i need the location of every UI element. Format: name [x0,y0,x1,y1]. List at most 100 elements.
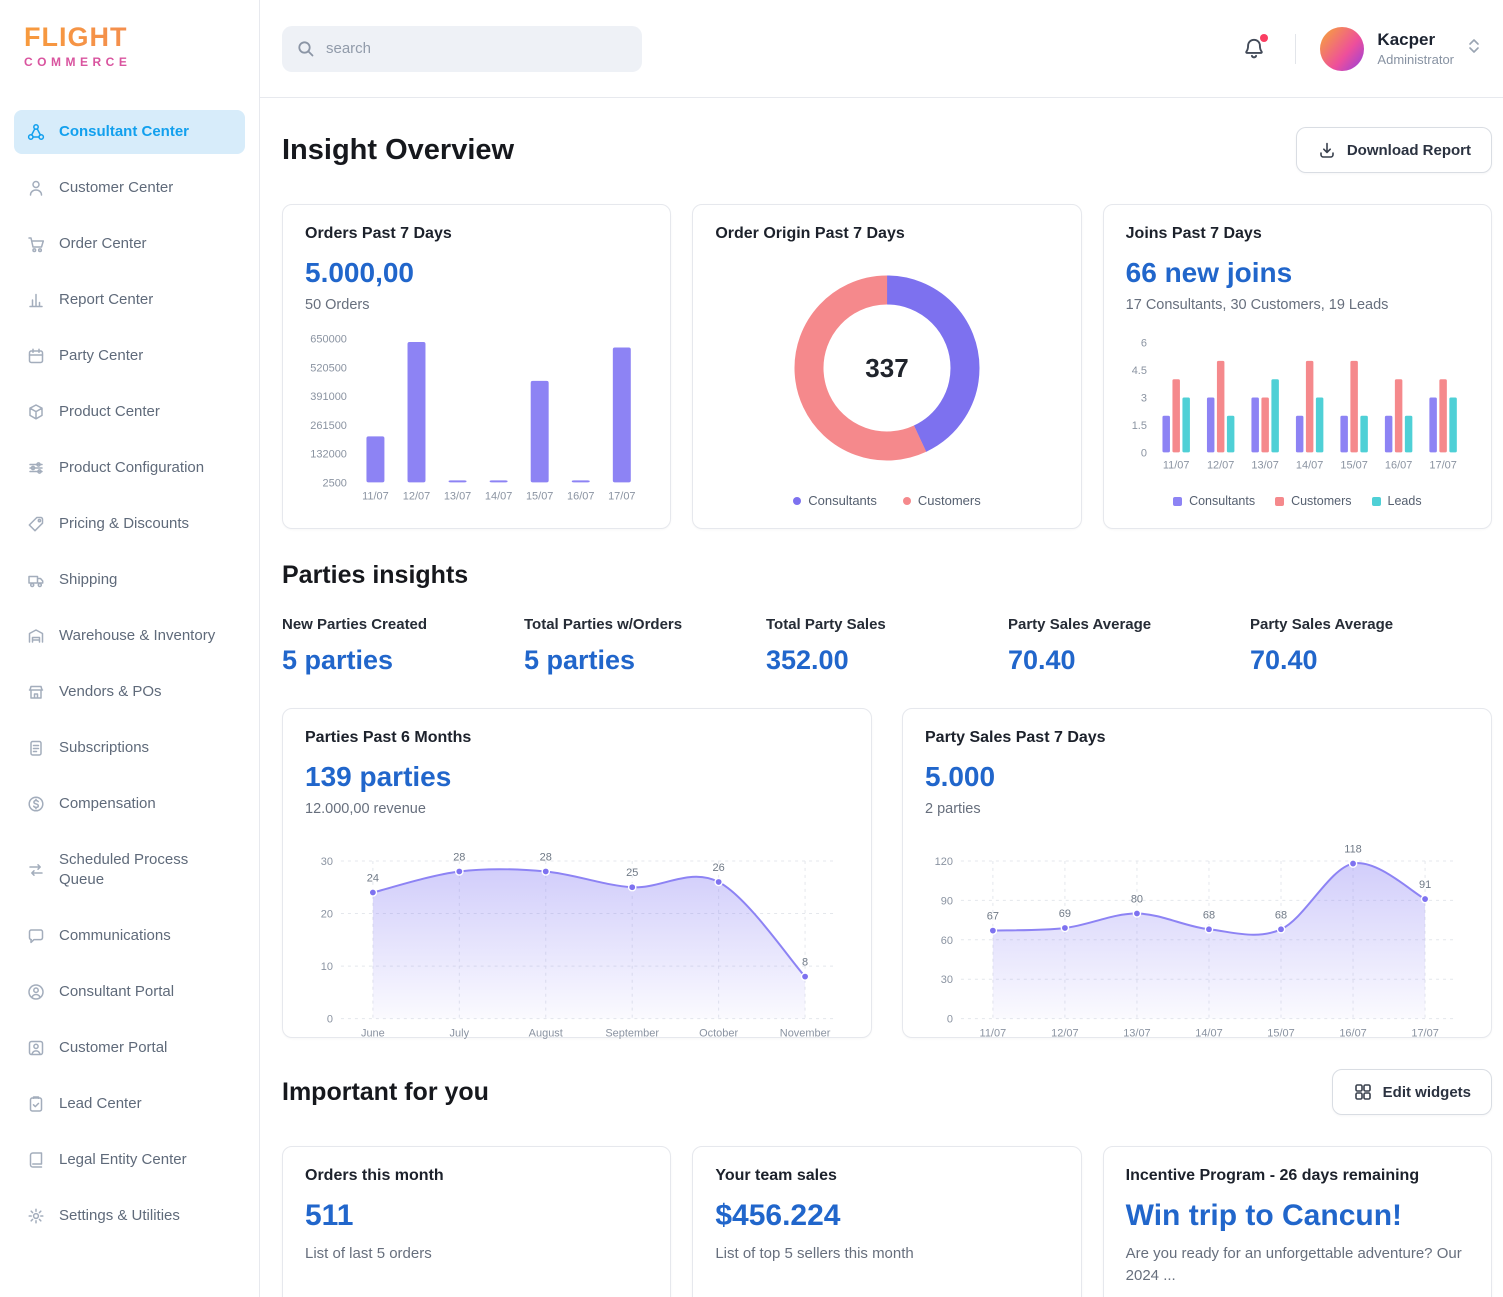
logo: FLIGHT COMMERCE [0,0,259,98]
important-head: Important for you Edit widgets [282,1068,1492,1116]
user-role: Administrator [1377,52,1454,67]
svg-text:30: 30 [321,856,333,868]
clipboard-check-icon [26,1094,46,1114]
team-sales-card: Your team sales $456.224 List of top 5 s… [692,1146,1082,1297]
sidebar-item-shipping[interactable]: Shipping [14,558,245,602]
sidebar-item-pricing-discounts[interactable]: Pricing & Discounts [14,502,245,546]
sidebar-item-label: Legal Entity Center [59,1151,187,1168]
stat-party-sales-average-1: Party Sales Average 70.40 [1008,616,1250,676]
svg-text:25: 25 [626,867,638,879]
sidebar-item-communications[interactable]: Communications [14,914,245,958]
card-title: Order Origin Past 7 Days [715,225,905,242]
sidebar-item-legal-entity-center[interactable]: Legal Entity Center [14,1138,245,1182]
legend-dot-salmon [902,496,911,505]
svg-text:12/07: 12/07 [1207,459,1234,471]
svg-text:16/07: 16/07 [1339,1028,1366,1040]
svg-text:July: July [450,1028,470,1040]
sidebar-item-lead-center[interactable]: Lead Center [14,1082,245,1126]
stat-value: 5 parties [524,645,636,675]
card-value: 139 parties [305,761,452,792]
sidebar-item-vendors-pos[interactable]: Vendors & POs [14,670,245,714]
card-title: Joins Past 7 Days [1125,225,1262,242]
svg-text:80: 80 [1131,894,1143,906]
sidebar-item-label: Customer Center [59,179,174,196]
legend-square-teal [1371,496,1381,506]
stat-value: 5 parties [282,645,394,675]
user-name: Kacper [1377,30,1436,49]
notifications-button[interactable] [1237,32,1271,66]
svg-text:17/07: 17/07 [1411,1028,1438,1040]
svg-text:13/07: 13/07 [1251,459,1278,471]
svg-text:68: 68 [1203,909,1215,921]
search-input[interactable] [326,40,628,57]
page-head: Insight Overview Download Report [282,126,1492,174]
svg-text:November: November [780,1028,831,1040]
document-icon [26,738,46,758]
stat-label: Total Parties w/Orders [524,616,683,633]
sidebar-item-label: Consultant Center [59,123,190,140]
card-value: 5.000,00 [305,257,414,288]
sidebar-item-compensation[interactable]: Compensation [14,782,245,826]
sidebar-item-product-center[interactable]: Product Center [14,390,245,434]
download-report-button[interactable]: Download Report [1295,127,1492,173]
stat-value: 70.40 [1008,645,1076,675]
order-origin-donut-chart: 337 [715,243,1058,493]
legend-label: Customers [1291,494,1352,508]
sidebar-item-scheduled-process-queue[interactable]: Scheduled Process Queue [14,838,245,902]
sidebar-item-settings-utilities[interactable]: Settings & Utilities [14,1194,245,1238]
stat-label: Party Sales Average [1008,616,1152,633]
download-report-label: Download Report [1346,141,1471,159]
svg-text:28: 28 [540,851,552,863]
widgets-grid-icon [1354,1084,1371,1100]
sidebar-item-label: Product Center [59,403,160,420]
legend-item-consultants: Consultants [793,493,877,508]
stat-value: 70.40 [1250,645,1318,675]
parties-stats-row: New Parties Created 5 parties Total Part… [282,616,1492,676]
profile-menu[interactable]: Kacper Administrator [1320,26,1481,71]
svg-text:15/07: 15/07 [1340,459,1367,471]
warehouse-icon [26,626,46,646]
svg-text:120: 120 [935,856,953,868]
legend-label: Consultants [1189,494,1256,508]
sidebar-item-label: Scheduled Process Queue [59,851,189,888]
edit-widgets-label: Edit widgets [1382,1083,1471,1101]
sidebar-item-party-center[interactable]: Party Center [14,334,245,378]
svg-text:67: 67 [987,911,999,923]
sidebar-item-consultant-center[interactable]: Consultant Center [14,110,245,154]
page-title: Insight Overview [282,133,515,166]
sidebar-item-label: Order Center [59,235,147,252]
svg-text:30: 30 [941,974,953,986]
sidebar-item-label: Pricing & Discounts [59,515,190,532]
card-title: Orders this month [305,1167,444,1184]
topbar-right: Kacper Administrator [1237,26,1481,71]
party-sales-past-7-days-card: Party Sales Past 7 Days 5.000 2 parties … [902,708,1492,1040]
card-subtitle: Are you ready for an unforgettable adven… [1125,1245,1462,1284]
joins-legend: Consultants Customers Leads [1126,494,1469,508]
chat-icon [26,926,46,946]
sidebar-item-order-center[interactable]: Order Center [14,222,245,266]
download-icon [1320,142,1334,158]
svg-text:12/07: 12/07 [403,490,430,502]
sidebar-item-report-center[interactable]: Report Center [14,278,245,322]
customer-center-icon [26,178,46,198]
sidebar-item-consultant-portal[interactable]: Consultant Portal [14,970,245,1014]
sidebar-item-customer-center[interactable]: Customer Center [14,166,245,210]
parties-area-chart: 0 10 20 30 June July August September October Nov… [305,831,849,1043]
svg-text:261500: 261500 [310,420,347,432]
sidebar-item-warehouse-inventory[interactable]: Warehouse & Inventory [14,614,245,658]
sidebar-item-label: Customer Portal [59,1039,168,1056]
svg-text:11/07: 11/07 [1163,459,1190,471]
price-tag-icon [26,514,46,534]
sidebar-item-customer-portal[interactable]: Customer Portal [14,1026,245,1070]
svg-text:June: June [361,1028,385,1040]
parties-insights-title: Parties insights [282,561,469,589]
stat-total-parties-orders: Total Parties w/Orders 5 parties [524,616,766,676]
party-sales-area-chart: 0 30 60 90 120 11/07 12/07 13/07 14/07 15/07 16/07… [925,831,1469,1043]
sidebar-item-product-configuration[interactable]: Product Configuration [14,446,245,490]
edit-widgets-button[interactable]: Edit widgets [1331,1069,1492,1115]
sidebar-item-subscriptions[interactable]: Subscriptions [14,726,245,770]
sidebar-menu: Consultant Center Customer Center Order … [0,98,259,1262]
book-icon [26,1150,46,1170]
search-box[interactable] [282,25,642,72]
sidebar-item-label: Communications [59,927,171,944]
